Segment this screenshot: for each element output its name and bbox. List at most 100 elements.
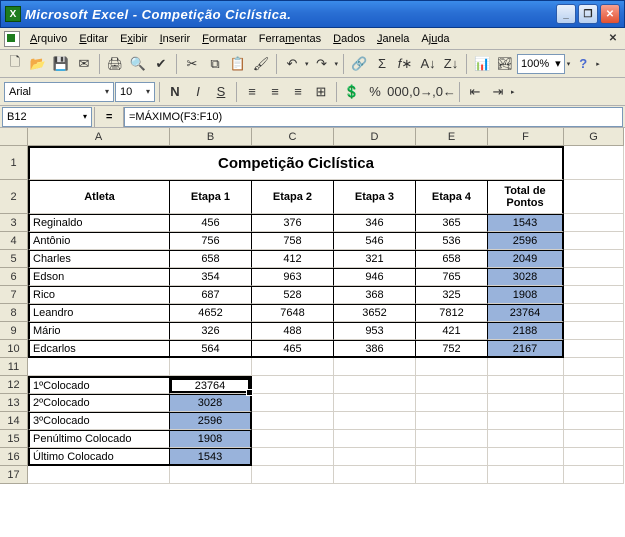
hdr-etapa4[interactable]: Etapa 4 bbox=[416, 180, 488, 214]
cell-F10[interactable]: 2167 bbox=[488, 340, 564, 358]
minimize-button[interactable]: _ bbox=[556, 4, 576, 24]
cell-C5[interactable]: 412 bbox=[252, 250, 334, 268]
cell-F13[interactable] bbox=[488, 394, 564, 412]
cell-E4[interactable]: 536 bbox=[416, 232, 488, 250]
cell-D4[interactable]: 546 bbox=[334, 232, 416, 250]
comma-icon[interactable]: 000 bbox=[387, 81, 409, 103]
cell-D17[interactable] bbox=[334, 466, 416, 484]
sort-desc-icon[interactable]: Z↓ bbox=[440, 53, 462, 75]
cell-A13[interactable]: 2ºColocado bbox=[28, 394, 170, 412]
cell-A10[interactable]: Edcarlos bbox=[28, 340, 170, 358]
cell-F6[interactable]: 3028 bbox=[488, 268, 564, 286]
cell-C14[interactable] bbox=[252, 412, 334, 430]
cell-E9[interactable]: 421 bbox=[416, 322, 488, 340]
cell-G5[interactable] bbox=[564, 250, 624, 268]
col-header-B[interactable]: B bbox=[170, 128, 252, 146]
cell-A5[interactable]: Charles bbox=[28, 250, 170, 268]
hdr-total[interactable]: Total de Pontos bbox=[488, 180, 564, 214]
menu-arquivo[interactable]: Arquivo bbox=[24, 31, 73, 47]
new-icon[interactable]: 🗋 bbox=[4, 53, 26, 75]
row-header-6[interactable]: 6 bbox=[0, 268, 28, 286]
menu-inserir[interactable]: Inserir bbox=[154, 31, 197, 47]
row-header-13[interactable]: 13 bbox=[0, 394, 28, 412]
cell-A16[interactable]: Último Colocado bbox=[28, 448, 170, 466]
cell-F11[interactable] bbox=[488, 358, 564, 376]
cell-C4[interactable]: 758 bbox=[252, 232, 334, 250]
font-combo[interactable]: Arial▾ bbox=[4, 82, 114, 102]
cell-A9[interactable]: Mário bbox=[28, 322, 170, 340]
cell-G10[interactable] bbox=[564, 340, 624, 358]
cell-E14[interactable] bbox=[416, 412, 488, 430]
row-header-11[interactable]: 11 bbox=[0, 358, 28, 376]
cell-B5[interactable]: 658 bbox=[170, 250, 252, 268]
percent-icon[interactable]: % bbox=[364, 81, 386, 103]
menu-ajuda[interactable]: Ajuda bbox=[415, 31, 455, 47]
cell-A11[interactable] bbox=[28, 358, 170, 376]
cell-D14[interactable] bbox=[334, 412, 416, 430]
cell-G9[interactable] bbox=[564, 322, 624, 340]
menu-formatar[interactable]: Formatar bbox=[196, 31, 253, 47]
cell-C12[interactable] bbox=[252, 376, 334, 394]
cell-E17[interactable] bbox=[416, 466, 488, 484]
hdr-etapa2[interactable]: Etapa 2 bbox=[252, 180, 334, 214]
row-header-9[interactable]: 9 bbox=[0, 322, 28, 340]
cell-C16[interactable] bbox=[252, 448, 334, 466]
cell-B10[interactable]: 564 bbox=[170, 340, 252, 358]
cell-D15[interactable] bbox=[334, 430, 416, 448]
cell-D16[interactable] bbox=[334, 448, 416, 466]
italic-icon[interactable]: I bbox=[187, 81, 209, 103]
cell-B4[interactable]: 756 bbox=[170, 232, 252, 250]
cell-A17[interactable] bbox=[28, 466, 170, 484]
cell-D7[interactable]: 368 bbox=[334, 286, 416, 304]
drawing-icon[interactable]: 🏞 bbox=[494, 53, 516, 75]
menu-ferramentas[interactable]: Ferramentas bbox=[253, 31, 327, 47]
cell-F4[interactable]: 2596 bbox=[488, 232, 564, 250]
paste-icon[interactable]: 📋 bbox=[227, 53, 249, 75]
decrease-decimal-icon[interactable]: ,0← bbox=[433, 81, 455, 103]
cell-B8[interactable]: 4652 bbox=[170, 304, 252, 322]
col-header-C[interactable]: C bbox=[252, 128, 334, 146]
cell-E12[interactable] bbox=[416, 376, 488, 394]
align-center-icon[interactable]: ≡ bbox=[264, 81, 286, 103]
cell-G3[interactable] bbox=[564, 214, 624, 232]
cell-E7[interactable]: 325 bbox=[416, 286, 488, 304]
cell-C15[interactable] bbox=[252, 430, 334, 448]
cell-G1[interactable] bbox=[564, 146, 624, 180]
formula-input[interactable]: =MÁXIMO(F3:F10) bbox=[124, 107, 623, 127]
cell-B7[interactable]: 687 bbox=[170, 286, 252, 304]
cell-F17[interactable] bbox=[488, 466, 564, 484]
cell-G17[interactable] bbox=[564, 466, 624, 484]
increase-decimal-icon[interactable]: ,0→ bbox=[410, 81, 432, 103]
cell-F16[interactable] bbox=[488, 448, 564, 466]
print-preview-icon[interactable]: 🔍 bbox=[127, 53, 149, 75]
copy-icon[interactable]: ⧉ bbox=[204, 53, 226, 75]
cell-D5[interactable]: 321 bbox=[334, 250, 416, 268]
cell-D12[interactable] bbox=[334, 376, 416, 394]
cell-G7[interactable] bbox=[564, 286, 624, 304]
cell-F15[interactable] bbox=[488, 430, 564, 448]
menu-exibir[interactable]: Exibir bbox=[114, 31, 154, 47]
name-box[interactable]: B12▾ bbox=[2, 107, 92, 127]
currency-icon[interactable]: 💲 bbox=[341, 81, 363, 103]
cell-D6[interactable]: 946 bbox=[334, 268, 416, 286]
row-header-8[interactable]: 8 bbox=[0, 304, 28, 322]
cell-D13[interactable] bbox=[334, 394, 416, 412]
cell-E5[interactable]: 658 bbox=[416, 250, 488, 268]
bold-icon[interactable]: N bbox=[164, 81, 186, 103]
cell-D3[interactable]: 346 bbox=[334, 214, 416, 232]
col-header-D[interactable]: D bbox=[334, 128, 416, 146]
close-button[interactable]: ✕ bbox=[600, 4, 620, 24]
hdr-etapa3[interactable]: Etapa 3 bbox=[334, 180, 416, 214]
function-icon[interactable]: f∗ bbox=[394, 53, 416, 75]
row-header-4[interactable]: 4 bbox=[0, 232, 28, 250]
cell-F9[interactable]: 2188 bbox=[488, 322, 564, 340]
hdr-atleta[interactable]: Atleta bbox=[28, 180, 170, 214]
cell-G8[interactable] bbox=[564, 304, 624, 322]
cell-B14[interactable]: 2596 bbox=[170, 412, 252, 430]
cell-C13[interactable] bbox=[252, 394, 334, 412]
menu-janela[interactable]: Janela bbox=[371, 31, 415, 47]
align-right-icon[interactable]: ≡ bbox=[287, 81, 309, 103]
row-header-2[interactable]: 2 bbox=[0, 180, 28, 214]
cell-F14[interactable] bbox=[488, 412, 564, 430]
cell-D10[interactable]: 386 bbox=[334, 340, 416, 358]
